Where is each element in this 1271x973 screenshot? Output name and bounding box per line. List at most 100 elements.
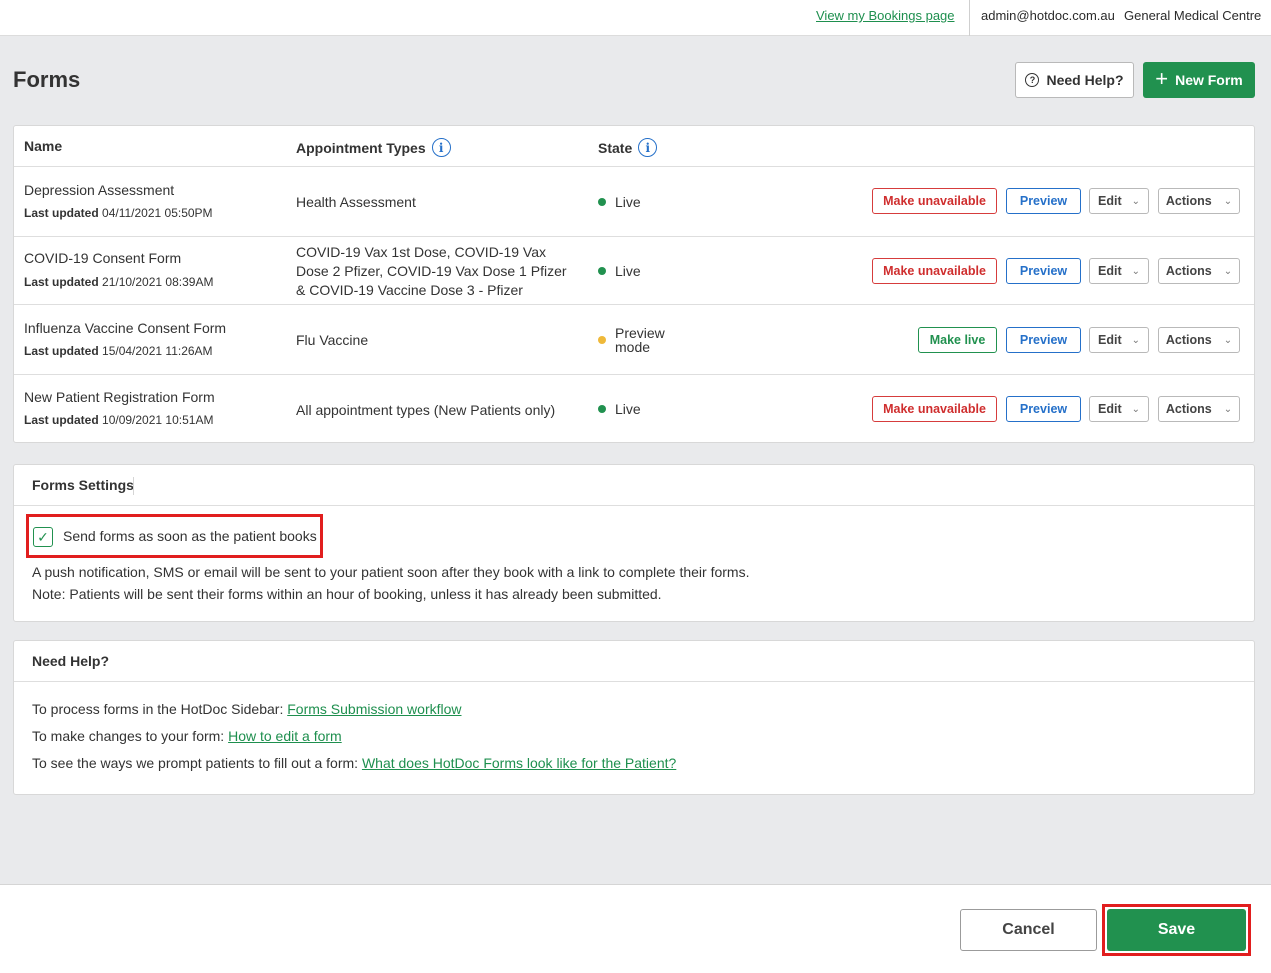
- last-updated-value: 15/04/2021 11:26AM: [102, 344, 213, 358]
- last-updated: Last updated 21/10/2021 08:39AM: [24, 275, 213, 289]
- form-name: COVID-19 Consent Form: [24, 250, 182, 266]
- edit-dropdown[interactable]: Edit ⌄: [1089, 327, 1149, 353]
- forms-submission-workflow-link[interactable]: Forms Submission workflow: [287, 701, 461, 717]
- view-bookings-link[interactable]: View my Bookings page: [816, 8, 955, 23]
- settings-description: A push notification, SMS or email will b…: [32, 564, 750, 580]
- send-forms-checkbox[interactable]: ✓: [33, 527, 53, 547]
- make-unavailable-button[interactable]: Make unavailable: [872, 188, 997, 214]
- column-header-name-label: Name: [24, 138, 63, 154]
- plus-icon: +: [1155, 66, 1169, 91]
- column-header-appointment-types-label: Appointment Types: [296, 139, 426, 156]
- edit-label: Edit: [1098, 333, 1122, 347]
- chevron-down-icon: ⌄: [1223, 334, 1233, 346]
- form-name: Depression Assessment: [24, 182, 175, 198]
- actions-label: Actions: [1165, 333, 1212, 347]
- need-help-label: Need Help?: [1046, 72, 1124, 88]
- settings-note: Note: Patients will be sent their forms …: [32, 586, 662, 602]
- preview-button[interactable]: Preview: [1006, 327, 1081, 353]
- chevron-down-icon: ⌄: [1131, 265, 1140, 277]
- actions-dropdown[interactable]: Actions ⌄: [1158, 258, 1240, 284]
- last-updated: Last updated 04/11/2021 05:50PM: [24, 206, 213, 220]
- appointment-types: Flu Vaccine: [296, 332, 369, 348]
- actions-dropdown[interactable]: Actions ⌄: [1158, 327, 1240, 353]
- help-line: To make changes to your form: How to edi…: [32, 728, 342, 744]
- edit-dropdown[interactable]: Edit ⌄: [1089, 258, 1149, 284]
- table-row: New Patient Registration Form Last updat…: [14, 374, 1254, 443]
- make-live-button[interactable]: Make live: [918, 327, 997, 353]
- question-circle-icon: ?: [1025, 73, 1040, 87]
- forms-settings-header: Forms Settings: [14, 465, 1254, 506]
- help-line-text: To make changes to your form:: [32, 728, 229, 744]
- help-line: To process forms in the HotDoc Sidebar: …: [32, 701, 462, 717]
- last-updated-label: Last updated: [24, 275, 99, 289]
- last-updated-value: 10/09/2021 10:51AM: [102, 413, 214, 427]
- last-updated-value: 04/11/2021 05:50PM: [102, 206, 213, 220]
- appointment-types: All appointment types (New Patients only…: [296, 402, 556, 418]
- column-header-appointment-types: Appointment Types i: [296, 138, 451, 157]
- appointment-types: COVID-19 Vax 1st Dose, COVID-19 Vax Dose…: [296, 244, 567, 298]
- chevron-down-icon: ⌄: [1131, 195, 1140, 207]
- top-bar: View my Bookings page admin@hotdoc.com.a…: [0, 0, 1271, 36]
- user-email[interactable]: admin@hotdoc.com.au: [981, 8, 1115, 23]
- preview-button[interactable]: Preview: [1006, 188, 1081, 214]
- need-help-card: Need Help? To process forms in the HotDo…: [13, 640, 1255, 795]
- help-line-text: To process forms in the HotDoc Sidebar:: [32, 701, 288, 717]
- chevron-down-icon: ⌄: [1223, 195, 1233, 207]
- send-forms-checkbox-label[interactable]: Send forms as soon as the patient books: [63, 528, 317, 544]
- forms-settings-title: Forms Settings: [32, 477, 134, 493]
- actions-dropdown[interactable]: Actions ⌄: [1158, 396, 1240, 422]
- last-updated-label: Last updated: [24, 206, 99, 220]
- live-status-dot: [598, 198, 606, 206]
- chevron-down-icon: ⌄: [1223, 403, 1233, 415]
- patient-forms-view-link[interactable]: What does HotDoc Forms look like for the…: [362, 755, 676, 771]
- edit-label: Edit: [1098, 402, 1122, 416]
- actions-dropdown[interactable]: Actions ⌄: [1158, 188, 1240, 214]
- save-button[interactable]: Save: [1107, 909, 1246, 951]
- last-updated-value: 21/10/2021 08:39AM: [102, 275, 214, 289]
- new-form-button[interactable]: + New Form: [1143, 62, 1255, 98]
- forms-settings-card: Forms Settings ✓ Send forms as soon as t…: [13, 464, 1255, 622]
- chevron-down-icon: ⌄: [1131, 403, 1140, 415]
- info-icon[interactable]: i: [638, 138, 658, 157]
- state: Live: [598, 401, 641, 417]
- column-header-state: State i: [598, 138, 658, 157]
- state: Preview mode: [598, 326, 665, 354]
- chevron-down-icon: ⌄: [1131, 334, 1140, 346]
- live-status-dot: [598, 267, 606, 275]
- chevron-down-icon: ⌄: [1223, 265, 1233, 277]
- form-name: New Patient Registration Form: [24, 389, 215, 405]
- forms-table: Name Appointment Types i State i Depress…: [13, 125, 1255, 443]
- state-label: Live: [615, 263, 641, 279]
- last-updated: Last updated 10/09/2021 10:51AM: [24, 413, 213, 427]
- make-unavailable-button[interactable]: Make unavailable: [872, 396, 997, 422]
- info-icon[interactable]: i: [431, 138, 451, 157]
- table-row: COVID-19 Consent Form Last updated 21/10…: [14, 236, 1254, 304]
- page-title: Forms: [13, 67, 81, 92]
- column-header-state-label: State: [598, 139, 633, 156]
- actions-label: Actions: [1165, 194, 1212, 208]
- edit-dropdown[interactable]: Edit ⌄: [1089, 396, 1149, 422]
- column-header-name: Name: [24, 138, 62, 154]
- table-row: Depression Assessment Last updated 04/11…: [14, 166, 1254, 236]
- preview-button[interactable]: Preview: [1006, 396, 1081, 422]
- help-line-text: To see the ways we prompt patients to fi…: [32, 755, 362, 771]
- help-line: To see the ways we prompt patients to fi…: [32, 755, 676, 771]
- last-updated-label: Last updated: [24, 413, 99, 427]
- header-divider: [133, 477, 134, 495]
- appointment-types: Health Assessment: [296, 194, 416, 210]
- preview-button[interactable]: Preview: [1006, 258, 1081, 284]
- edit-label: Edit: [1098, 264, 1122, 278]
- cancel-button[interactable]: Cancel: [960, 909, 1097, 951]
- state-label: Live: [615, 194, 641, 210]
- live-status-dot: [598, 405, 606, 413]
- need-help-button[interactable]: ? Need Help?: [1015, 62, 1134, 98]
- how-to-edit-form-link[interactable]: How to edit a form: [228, 728, 342, 744]
- table-row: Influenza Vaccine Consent Form Last upda…: [14, 304, 1254, 374]
- state-label: Preview mode: [615, 326, 665, 354]
- last-updated: Last updated 15/04/2021 11:26AM: [24, 344, 213, 358]
- edit-dropdown[interactable]: Edit ⌄: [1089, 188, 1149, 214]
- make-unavailable-button[interactable]: Make unavailable: [872, 258, 997, 284]
- check-icon: ✓: [37, 528, 49, 545]
- state: Live: [598, 194, 641, 210]
- clinic-name[interactable]: General Medical Centre: [1124, 8, 1261, 23]
